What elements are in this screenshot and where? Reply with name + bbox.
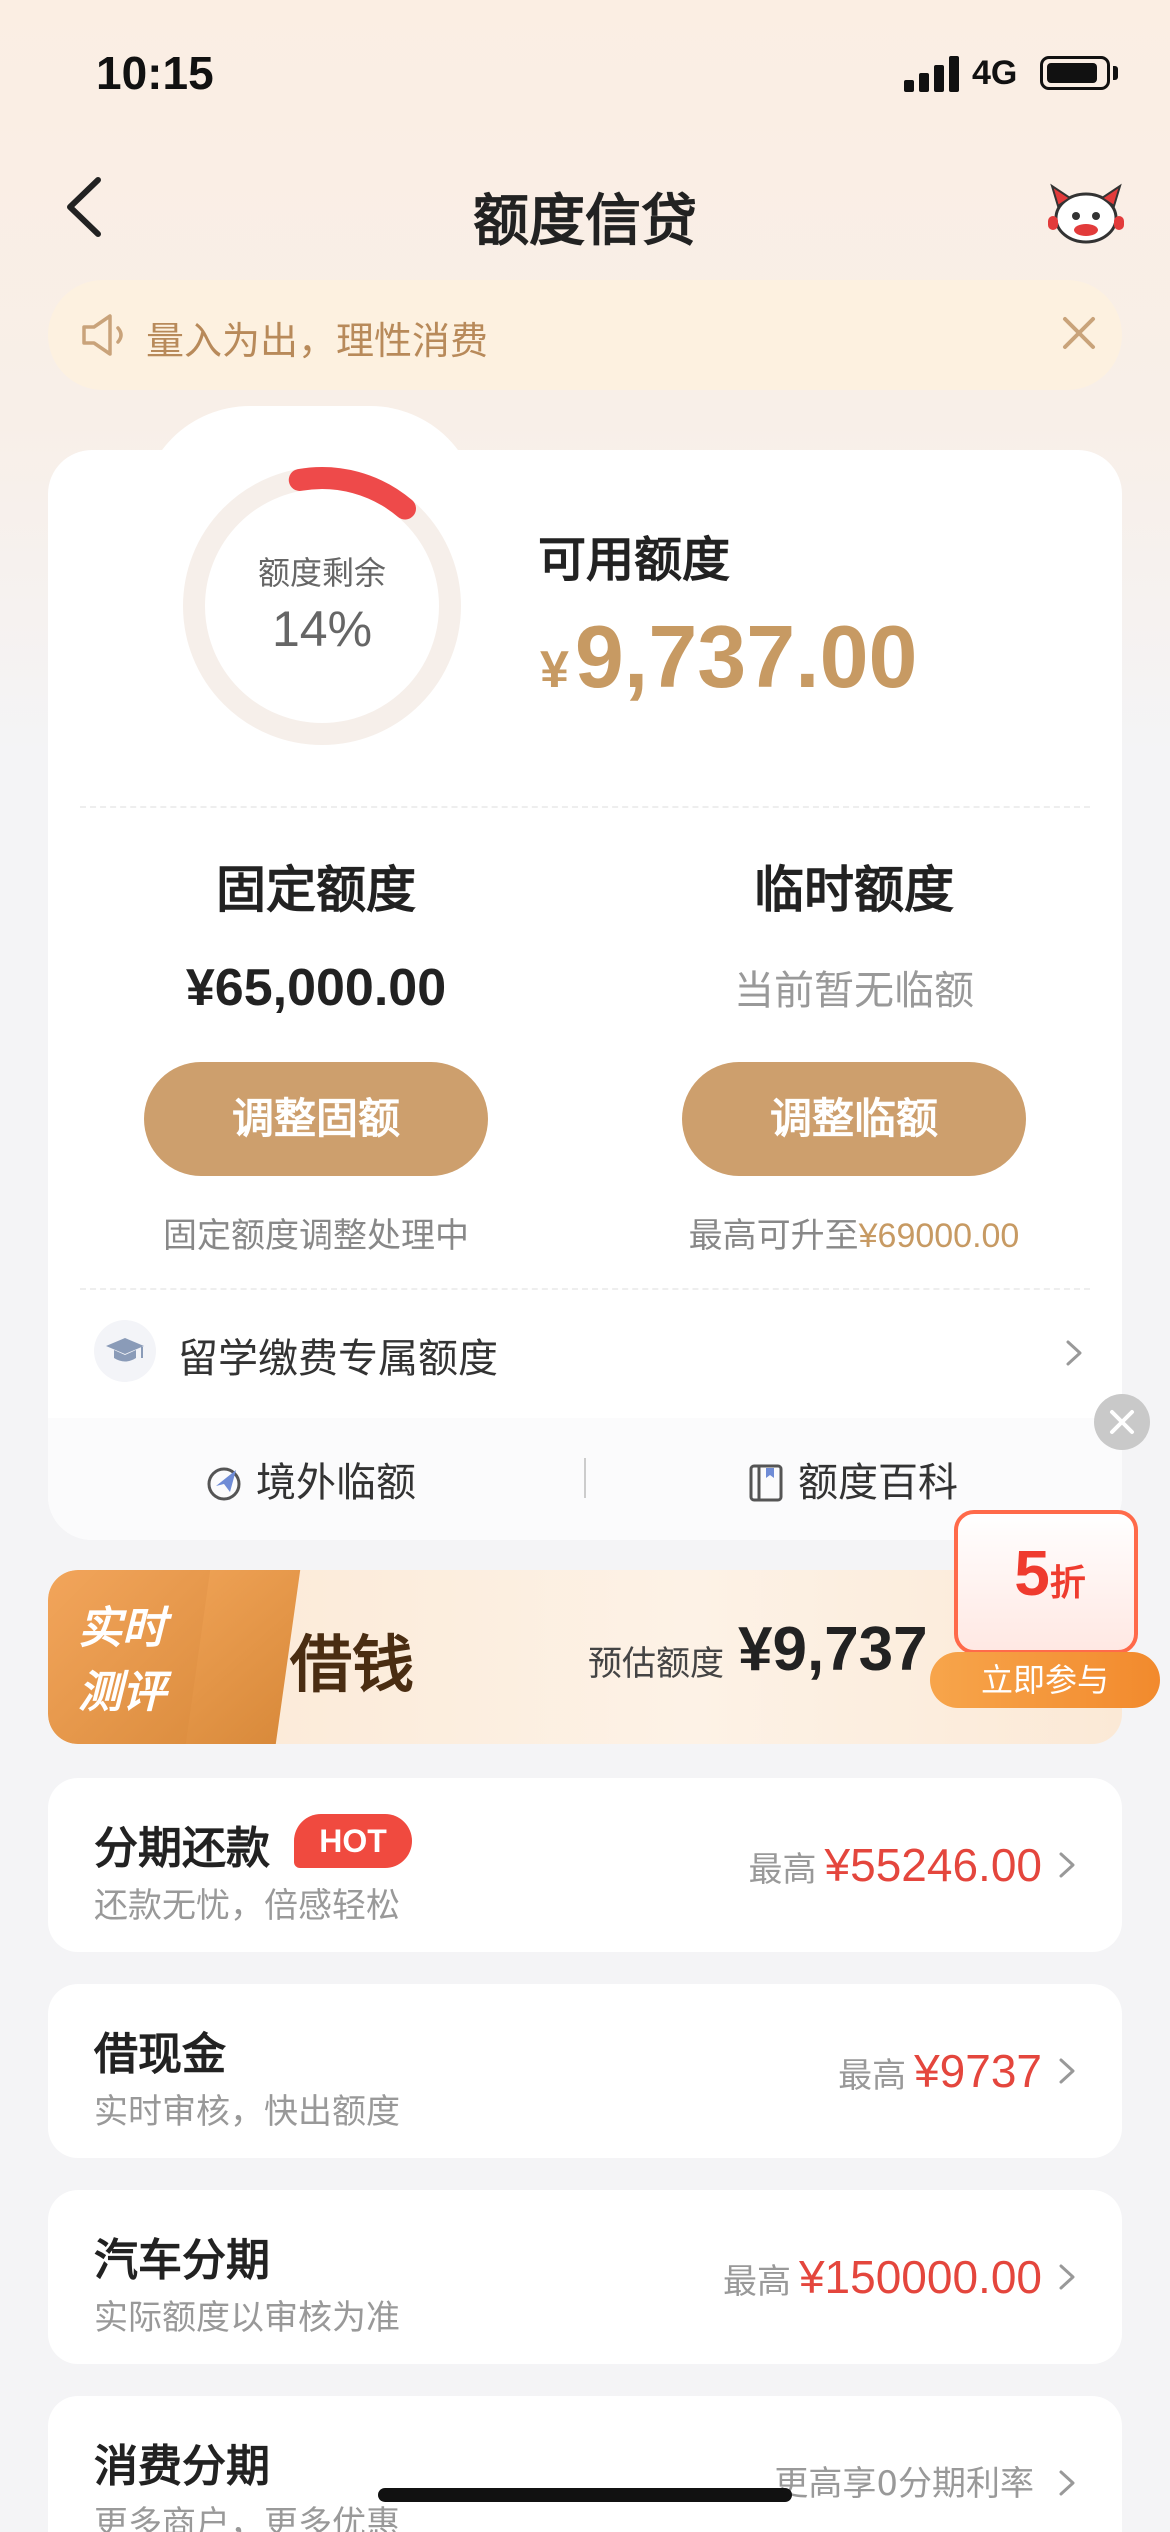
overseas-credit-link[interactable]: 境外临额 xyxy=(202,1450,416,1508)
fixed-credit-value: ¥65,000.00 xyxy=(185,959,447,1017)
overseas-label: 境外临额 xyxy=(256,1460,416,1506)
promo-discount: 5折 xyxy=(958,1536,1142,1610)
estimated-label: 预估额度 xyxy=(588,1644,724,1684)
notice-bar: 量入为出，理性消费 xyxy=(48,280,1122,390)
battery-icon xyxy=(1040,56,1110,90)
product-card-cash-loan[interactable]: 借现金 实时审核，快出额度 最高 ¥9737 xyxy=(48,1984,1122,2158)
temp-credit-value: 当前暂无临额 xyxy=(734,968,974,1014)
close-icon xyxy=(1110,1410,1134,1434)
ring-label: 额度剩余 xyxy=(257,554,386,592)
fixed-credit-title: 固定额度 xyxy=(216,861,416,919)
page-title: 额度信贷 xyxy=(473,189,697,254)
chevron-right-icon xyxy=(1059,2470,1075,2496)
study-credit-label[interactable]: 留学缴费专属额度 xyxy=(178,1326,498,1384)
ring-percent: 14% xyxy=(271,601,373,657)
divider xyxy=(80,806,1090,808)
product-card-installment-repay[interactable]: 分期还款 HOT 还款无忧，倍感轻松 最高 ¥55246.00 xyxy=(48,1778,1122,1952)
book-icon xyxy=(749,1464,783,1502)
product-limit: 最高 ¥150000.00 xyxy=(723,2250,1042,2304)
promo-card: 5折 xyxy=(954,1510,1138,1654)
available-value: 9,737.00 xyxy=(574,607,918,706)
adjust-fixed-button[interactable]: 调整固额 xyxy=(144,1062,488,1176)
limit-prefix: 最高 xyxy=(748,1850,817,1890)
discount-promo[interactable]: 5折 立即参与 xyxy=(930,1486,1160,1712)
banner-title: 借钱 xyxy=(290,1628,415,1701)
temp-note-amount: ¥69000.00 xyxy=(858,1217,1020,1255)
plane-globe-icon xyxy=(207,1467,241,1501)
join-now-button[interactable]: 立即参与 xyxy=(930,1652,1160,1708)
temp-credit-note: 最高可升至¥69000.00 xyxy=(584,1208,1124,1257)
back-button[interactable] xyxy=(58,172,118,242)
product-title: 借现金 xyxy=(94,2029,226,2080)
product-limit: 最高 ¥55246.00 xyxy=(749,1838,1042,1892)
hot-badge: HOT xyxy=(294,1814,412,1868)
chevron-right-icon xyxy=(1059,2058,1075,2084)
product-card-car-installment[interactable]: 汽车分期 实际额度以审核为准 最高 ¥150000.00 xyxy=(48,2190,1122,2364)
promo-discount-number: 5 xyxy=(1014,1537,1050,1609)
limit-prefix: 更高享0分期利率 xyxy=(774,2464,1034,2504)
product-limit: 更高享0分期利率 xyxy=(774,2456,1042,2505)
badge-line-1: 实时 xyxy=(78,1603,166,1654)
chevron-right-icon xyxy=(1059,1852,1075,1878)
limit-prefix: 最高 xyxy=(722,2262,791,2302)
available-label: 可用额度 xyxy=(538,532,731,588)
product-title: 分期还款 xyxy=(94,1823,270,1874)
chevron-right-icon xyxy=(1059,2264,1075,2290)
adjust-temp-button[interactable]: 调整临额 xyxy=(682,1062,1026,1176)
currency-symbol: ¥ xyxy=(540,641,569,699)
divider xyxy=(80,1288,1090,1290)
limit-amount: ¥9737 xyxy=(914,2045,1042,2097)
product-title: 消费分期 xyxy=(94,2441,270,2492)
graduation-cap-icon xyxy=(94,1320,156,1382)
fixed-credit-note: 固定额度调整处理中 xyxy=(163,1216,469,1256)
battery-tip xyxy=(1113,66,1118,80)
temp-note-prefix: 最高可升至 xyxy=(688,1216,859,1256)
promo-discount-unit: 折 xyxy=(1049,1562,1086,1603)
limit-prefix: 最高 xyxy=(838,2056,907,2096)
network-label: 4G xyxy=(972,54,1018,92)
chevron-right-icon[interactable] xyxy=(1062,1336,1086,1370)
status-bar: 10:15 4G xyxy=(0,0,1170,140)
available-amount: ¥9,737.00 xyxy=(540,606,917,708)
notice-text: 量入为出，理性消费 xyxy=(146,319,489,363)
limit-amount: ¥55246.00 xyxy=(824,1839,1042,1891)
product-subtitle: 还款无忧，倍感轻松 xyxy=(94,1886,400,1926)
signal-icon xyxy=(904,56,962,92)
product-subtitle: 实时审核，快出额度 xyxy=(94,2092,400,2132)
estimated-value: ¥9,737 xyxy=(738,1615,928,1684)
product-subtitle: 更多商户，更多优惠 xyxy=(94,2504,400,2532)
close-icon[interactable] xyxy=(1054,308,1104,358)
limit-amount: ¥150000.00 xyxy=(798,2251,1042,2303)
status-time: 10:15 xyxy=(96,47,214,99)
credit-wiki-link[interactable]: 额度百科 xyxy=(744,1450,958,1508)
product-limit: 最高 ¥9737 xyxy=(838,2044,1042,2098)
speaker-icon xyxy=(82,314,123,356)
product-subtitle: 实际额度以审核为准 xyxy=(94,2298,400,2338)
product-title: 汽车分期 xyxy=(94,2235,270,2286)
promo-close-button[interactable] xyxy=(1094,1394,1150,1450)
chevron-left-icon xyxy=(67,177,101,237)
footer-divider xyxy=(584,1458,586,1498)
mascot-icon[interactable] xyxy=(1044,176,1128,246)
badge-line-2: 测评 xyxy=(78,1667,166,1718)
temp-credit-title: 临时额度 xyxy=(754,861,954,919)
home-indicator xyxy=(378,2488,792,2502)
product-card-consumer-installment[interactable]: 消费分期 更多商户，更多优惠 更高享0分期利率 xyxy=(48,2396,1122,2532)
